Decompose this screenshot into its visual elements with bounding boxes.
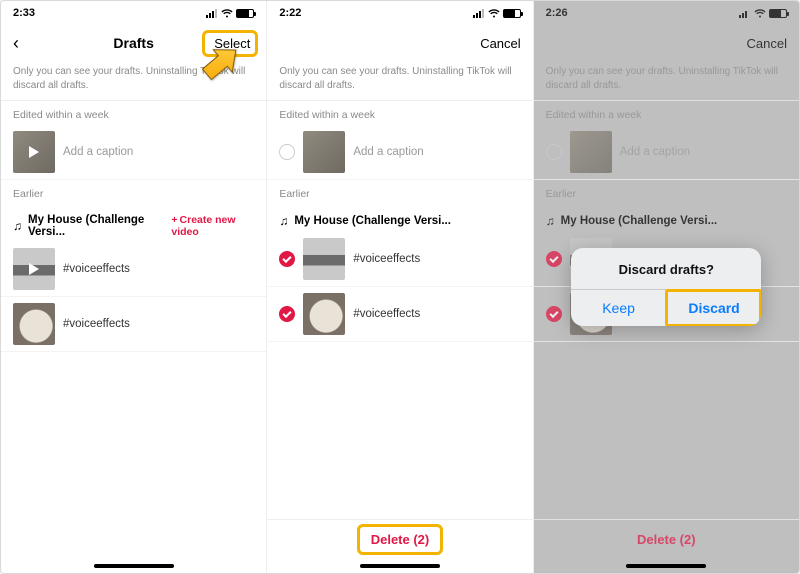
screen-drafts-list: 2:33 ‹ Drafts Select Only you can see yo… (1, 1, 266, 573)
draft-thumbnail (303, 238, 345, 280)
play-icon (29, 263, 39, 275)
draft-caption: #voiceeffects (353, 308, 420, 320)
select-checkbox[interactable] (279, 144, 295, 160)
draft-thumbnail (303, 131, 345, 173)
wifi-icon (488, 9, 500, 18)
music-group-header: ♫ My House (Challenge Versi... (267, 204, 532, 232)
music-note-icon: ♫ (279, 214, 288, 228)
music-group-header: ♫ My House (Challenge Versi... +Create n… (1, 204, 266, 242)
status-time: 2:33 (13, 7, 35, 19)
screen-discard-dialog: 2:26 Cancel Only you can see your drafts… (533, 1, 799, 573)
dialog-title: Discard drafts? (571, 248, 761, 289)
section-earlier: Earlier (267, 180, 532, 204)
nav-bar: Cancel (267, 25, 532, 61)
cell-signal-icon (206, 9, 218, 18)
select-checkbox[interactable] (279, 306, 295, 322)
draft-caption-placeholder: Add a caption (353, 146, 423, 158)
play-icon (29, 146, 39, 158)
status-time: 2:22 (279, 7, 301, 19)
battery-icon (503, 9, 521, 18)
music-title: My House (Challenge Versi... (28, 214, 165, 238)
info-hint: Only you can see your drafts. Uninstalli… (267, 61, 532, 100)
draft-thumbnail (13, 303, 55, 345)
section-edited-week: Edited within a week (1, 100, 266, 125)
select-button[interactable]: Select (206, 34, 254, 53)
three-panel-tutorial: 2:33 ‹ Drafts Select Only you can see yo… (0, 0, 800, 574)
modal-overlay: Discard drafts? Keep Discard (534, 1, 799, 573)
draft-thumbnail (13, 248, 55, 290)
draft-caption: #voiceeffects (353, 253, 420, 265)
screen-select-mode: 2:22 Cancel Only you can see your drafts… (266, 1, 532, 573)
footer-bar: Delete (2) (267, 519, 532, 559)
delete-button[interactable]: Delete (2) (361, 528, 440, 551)
info-hint: Only you can see your drafts. Uninstalli… (1, 61, 266, 100)
music-note-icon: ♫ (13, 219, 22, 233)
keep-button[interactable]: Keep (571, 290, 666, 326)
draft-caption: #voiceeffects (63, 318, 130, 330)
draft-thumbnail (13, 131, 55, 173)
dialog-actions: Keep Discard (571, 289, 761, 326)
section-edited-week: Edited within a week (267, 100, 532, 125)
draft-row[interactable]: #voiceeffects (267, 232, 532, 287)
draft-row[interactable]: #voiceeffects (1, 242, 266, 297)
music-title: My House (Challenge Versi... (294, 215, 451, 227)
home-indicator (267, 559, 532, 573)
section-earlier: Earlier (1, 180, 266, 204)
drafts-content: Only you can see your drafts. Uninstalli… (1, 61, 266, 559)
cell-signal-icon (473, 9, 485, 18)
draft-thumbnail (303, 293, 345, 335)
select-checkbox[interactable] (279, 251, 295, 267)
create-new-video-link[interactable]: +Create new video (171, 214, 254, 238)
draft-row[interactable]: #voiceeffects (1, 297, 266, 352)
status-indicators (206, 9, 254, 18)
draft-caption: #voiceeffects (63, 263, 130, 275)
status-bar: 2:22 (267, 1, 532, 25)
status-bar: 2:33 (1, 1, 266, 25)
wifi-icon (221, 9, 233, 18)
draft-row[interactable]: #voiceeffects (267, 287, 532, 342)
discard-button[interactable]: Discard (666, 290, 762, 326)
home-indicator (1, 559, 266, 573)
nav-bar: ‹ Drafts Select (1, 25, 266, 61)
draft-row[interactable]: Add a caption (1, 125, 266, 180)
page-title: Drafts (61, 35, 206, 51)
battery-icon (236, 9, 254, 18)
draft-row[interactable]: Add a caption (267, 125, 532, 180)
draft-caption-placeholder: Add a caption (63, 146, 133, 158)
cancel-button[interactable]: Cancel (473, 36, 521, 51)
back-button[interactable]: ‹ (13, 34, 61, 52)
discard-dialog: Discard drafts? Keep Discard (571, 248, 761, 326)
status-indicators (473, 9, 521, 18)
drafts-content: Only you can see your drafts. Uninstalli… (267, 61, 532, 519)
